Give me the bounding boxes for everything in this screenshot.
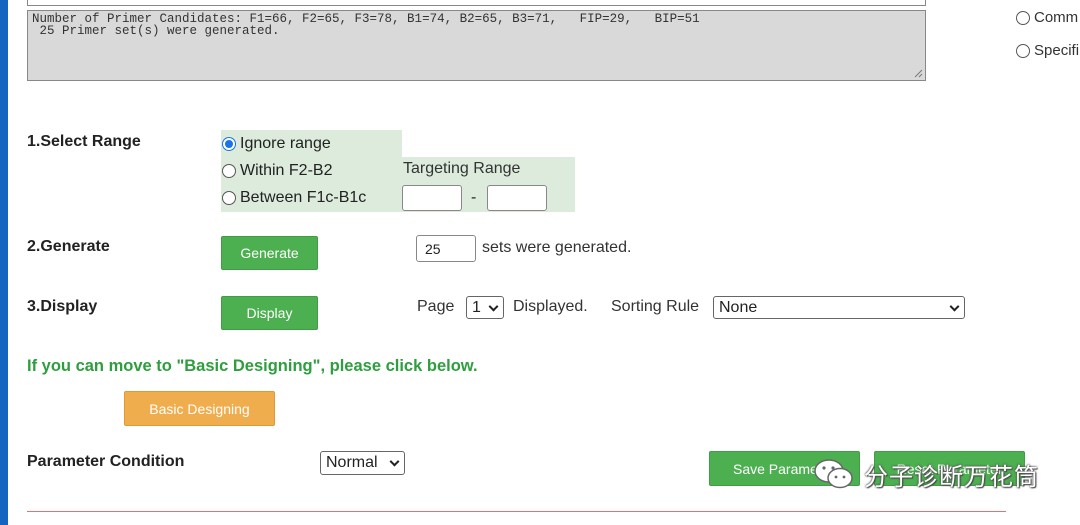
parameter-condition-value: Normal xyxy=(326,454,378,471)
range-to-input[interactable] xyxy=(487,185,547,211)
result-line-2: 25 Primer set(s) were generated. xyxy=(32,24,280,38)
display-button[interactable]: Display xyxy=(221,296,318,330)
sorting-rule-label: Sorting Rule xyxy=(611,298,700,315)
generate-button[interactable]: Generate xyxy=(221,236,318,270)
parameter-condition-title: Parameter Condition xyxy=(27,453,185,470)
range-from-input[interactable] xyxy=(402,185,462,211)
right-option-specifi[interactable]: Specifi xyxy=(1016,42,1079,59)
generated-count-suffix: sets were generated. xyxy=(482,239,632,256)
generate-title: 2.Generate xyxy=(27,238,110,255)
range-option-label: Within F2-B2 xyxy=(240,162,333,179)
watermark: 分子诊断万花筒 xyxy=(812,456,1039,492)
wechat-icon xyxy=(814,459,853,489)
radio-checked-icon[interactable] xyxy=(222,137,236,151)
result-textarea[interactable]: Number of Primer Candidates: F1=66, F2=6… xyxy=(27,10,926,81)
range-option-between[interactable]: Between F1c-B1c xyxy=(222,189,366,207)
generated-count-input[interactable]: 25 xyxy=(416,235,476,262)
displayed-text: Displayed. xyxy=(513,298,588,315)
targeting-range-label: Targeting Range xyxy=(403,160,521,177)
select-range-title: 1.Select Range xyxy=(27,133,141,150)
resize-grip-icon[interactable] xyxy=(913,68,923,78)
page-select[interactable]: 1 xyxy=(466,296,504,319)
display-title: 3.Display xyxy=(27,298,98,315)
range-option-ignore[interactable]: Ignore range xyxy=(222,135,331,153)
radio-icon[interactable] xyxy=(1016,43,1030,58)
basic-designing-button[interactable]: Basic Designing xyxy=(124,391,275,426)
radio-icon[interactable] xyxy=(1016,10,1030,25)
range-option-label: Ignore range xyxy=(240,135,331,152)
right-option-label: Specifi xyxy=(1034,42,1080,59)
watermark-text: 分子诊断万花筒 xyxy=(864,462,1039,491)
right-option-comm[interactable]: Comm xyxy=(1016,9,1078,26)
range-dash: - xyxy=(471,189,477,206)
radio-icon[interactable] xyxy=(222,164,236,178)
left-accent-bar xyxy=(0,0,8,525)
chevron-down-icon xyxy=(389,456,400,467)
sorting-rule-select[interactable]: None xyxy=(713,296,965,319)
chevron-down-icon xyxy=(488,301,499,312)
range-option-within[interactable]: Within F2-B2 xyxy=(222,162,332,180)
radio-icon[interactable] xyxy=(222,191,236,205)
sorting-rule-value: None xyxy=(719,298,758,316)
chevron-down-icon xyxy=(949,301,960,312)
range-option-label: Between F1c-B1c xyxy=(240,189,367,206)
page-label: Page xyxy=(417,298,455,315)
right-option-label: Comm xyxy=(1034,9,1079,26)
divider-line xyxy=(27,511,1006,512)
parameter-condition-select[interactable]: Normal xyxy=(320,451,405,475)
basic-designing-note: If you can move to "Basic Designing", pl… xyxy=(27,357,478,375)
upper-textarea-edge xyxy=(27,0,926,6)
page-select-value: 1 xyxy=(472,298,481,316)
